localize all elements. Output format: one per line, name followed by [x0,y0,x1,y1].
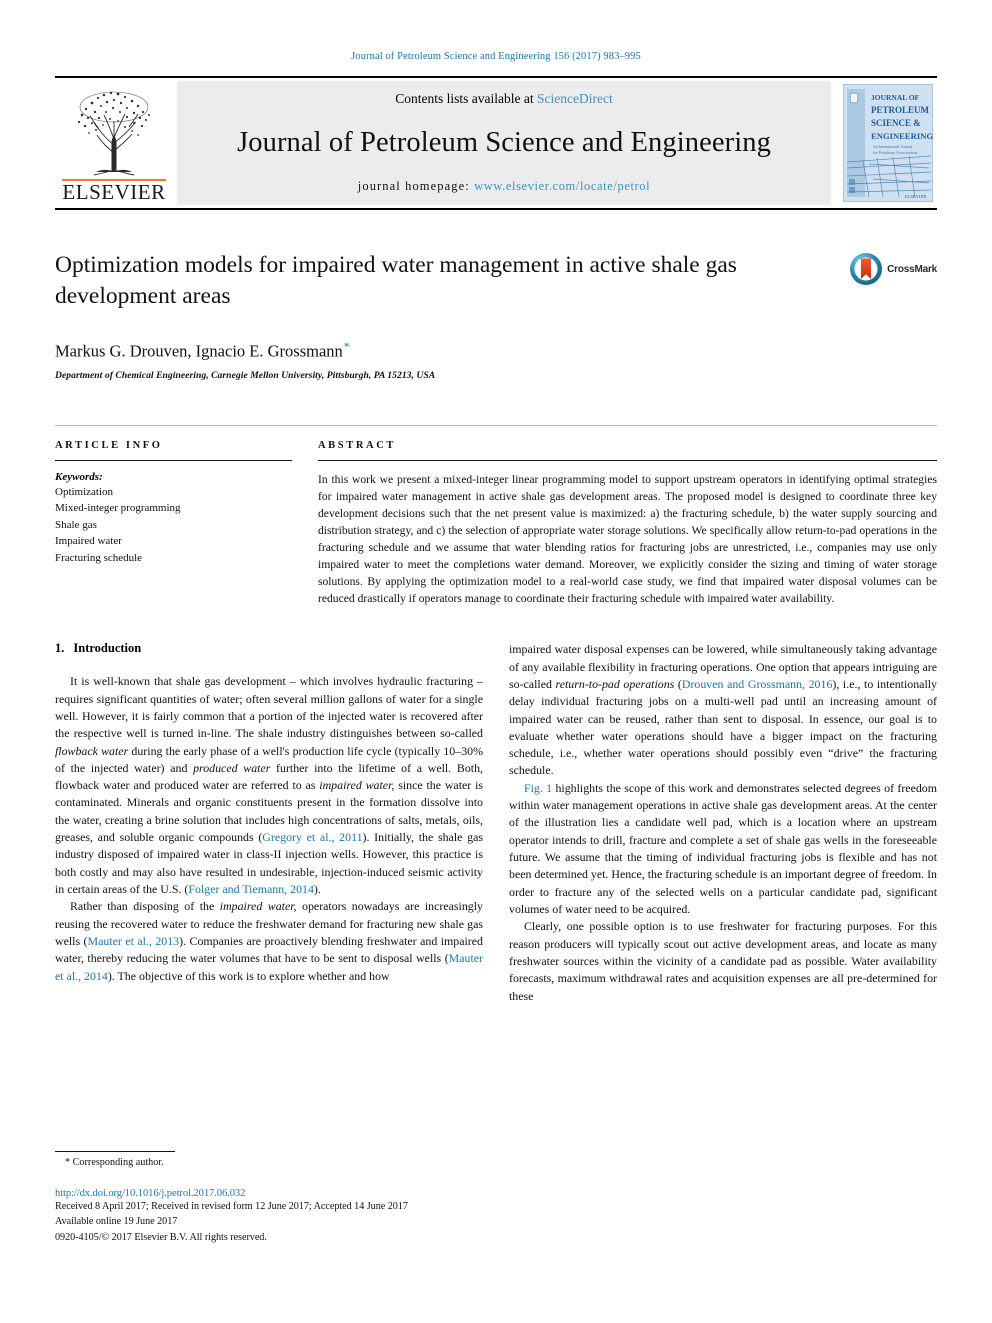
svg-text:for Petroleum Geoscientists: for Petroleum Geoscientists [873,150,918,155]
body-column-left: 1. Introduction It is well-known that sha… [55,641,483,1005]
svg-text:PETROLEUM: PETROLEUM [871,105,930,115]
author-list: Markus G. Drouven, Ignacio E. Grossmann* [55,339,937,362]
paragraph: impaired water disposal expenses can be … [509,642,937,778]
corresponding-author-note: * Corresponding author. [65,1156,164,1168]
svg-text:SCIENCE &: SCIENCE & [871,118,921,128]
info-abstract-section: ARTICLE INFO Keywords: Optimization Mixe… [55,425,937,607]
crossmark-icon [850,253,883,285]
keyword-item: Impaired water [55,535,122,548]
contents-list-line: Contents lists available at ScienceDirec… [395,91,612,107]
journal-cover-image: JOURNAL OF PETROLEUM SCIENCE & ENGINEERI… [843,84,933,202]
svg-text:JOURNAL OF: JOURNAL OF [871,93,920,102]
keyword-item: Fracturing schedule [55,551,143,564]
crossmark-badge[interactable]: CrossMark [849,252,937,286]
journal-cover-thumbnail[interactable]: JOURNAL OF PETROLEUM SCIENCE & ENGINEERI… [839,81,937,205]
masthead-center: Contents lists available at ScienceDirec… [177,81,831,205]
article-page: Journal of Petroleum Science and Enginee… [0,0,992,1323]
keyword-item: Shale gas [55,518,97,531]
body-columns: 1. Introduction It is well-known that sha… [55,641,937,1005]
abstract-heading: ABSTRACT [318,440,396,451]
paragraph: It is well-known that shale gas developm… [55,674,483,896]
contents-prefix: Contents lists available at [395,91,537,106]
elsevier-tree-icon [77,91,150,176]
svg-text:ENGINEERING: ENGINEERING [871,131,933,141]
doi-link[interactable]: http://dx.doi.org/10.1016/j.petrol.2017.… [55,1188,485,1199]
homepage-prefix: journal homepage: [357,179,475,193]
paragraph: Fig. 1 highlights the scope of this work… [509,780,938,916]
copyright-line: 0920-4105/© 2017 Elsevier B.V. All right… [55,1231,267,1243]
journal-homepage-link[interactable]: www.elsevier.com/locate/petrol [474,179,650,193]
elsevier-wordmark: ELSEVIER [62,179,166,204]
article-info-column: ARTICLE INFO Keywords: Optimization Mixe… [55,440,292,607]
journal-homepage-line: journal homepage: www.elsevier.com/locat… [358,179,650,194]
running-head: Journal of Petroleum Science and Enginee… [351,51,641,62]
footnote-rule [55,1150,175,1152]
received-dates: Received 8 April 2017; Received in revis… [55,1200,408,1212]
keyword-item: Optimization [55,486,114,498]
journal-masthead: ELSEVIER Contents lists available at Sci… [55,76,937,210]
article-info-rule [55,460,292,461]
crossmark-label: CrossMark [887,263,937,275]
paragraph: Clearly, one possible option is to use f… [509,919,937,1003]
svg-text:An International Journal: An International Journal [873,144,913,149]
keywords-label: Keywords: [55,471,103,483]
section-title: Introduction [73,641,142,656]
affiliation: Department of Chemical Engineering, Carn… [55,370,436,381]
keyword-item: Mixed-integer programming [55,502,181,515]
title-block: Optimization models for impaired water m… [55,250,937,381]
section-heading-introduction: 1. Introduction [55,641,483,656]
body-column-right: impaired water disposal expenses can be … [509,641,937,1005]
sciencedirect-link[interactable]: ScienceDirect [537,91,613,106]
corresponding-author-marker[interactable]: * [344,339,350,353]
abstract-rule [318,460,937,461]
author-names: Markus G. Drouven, Ignacio E. Grossmann [55,341,343,360]
article-info-heading: ARTICLE INFO [55,440,163,451]
journal-title: Journal of Petroleum Science and Enginee… [237,127,771,158]
section-number: 1. [55,641,65,656]
available-online: Available online 19 June 2017 [55,1216,178,1227]
page-title: Optimization models for impaired water m… [55,252,737,310]
svg-text:ELSEVIER: ELSEVIER [905,194,926,199]
abstract-column: ABSTRACT In this work we present a mixed… [318,440,937,607]
elsevier-logo: ELSEVIER [55,81,173,205]
paragraph: Rather than disposing of the impaired wa… [55,899,483,983]
page-footer: * Corresponding author. http://dx.doi.or… [55,1150,485,1246]
abstract-text: In this work we present a mixed-integer … [318,473,937,606]
